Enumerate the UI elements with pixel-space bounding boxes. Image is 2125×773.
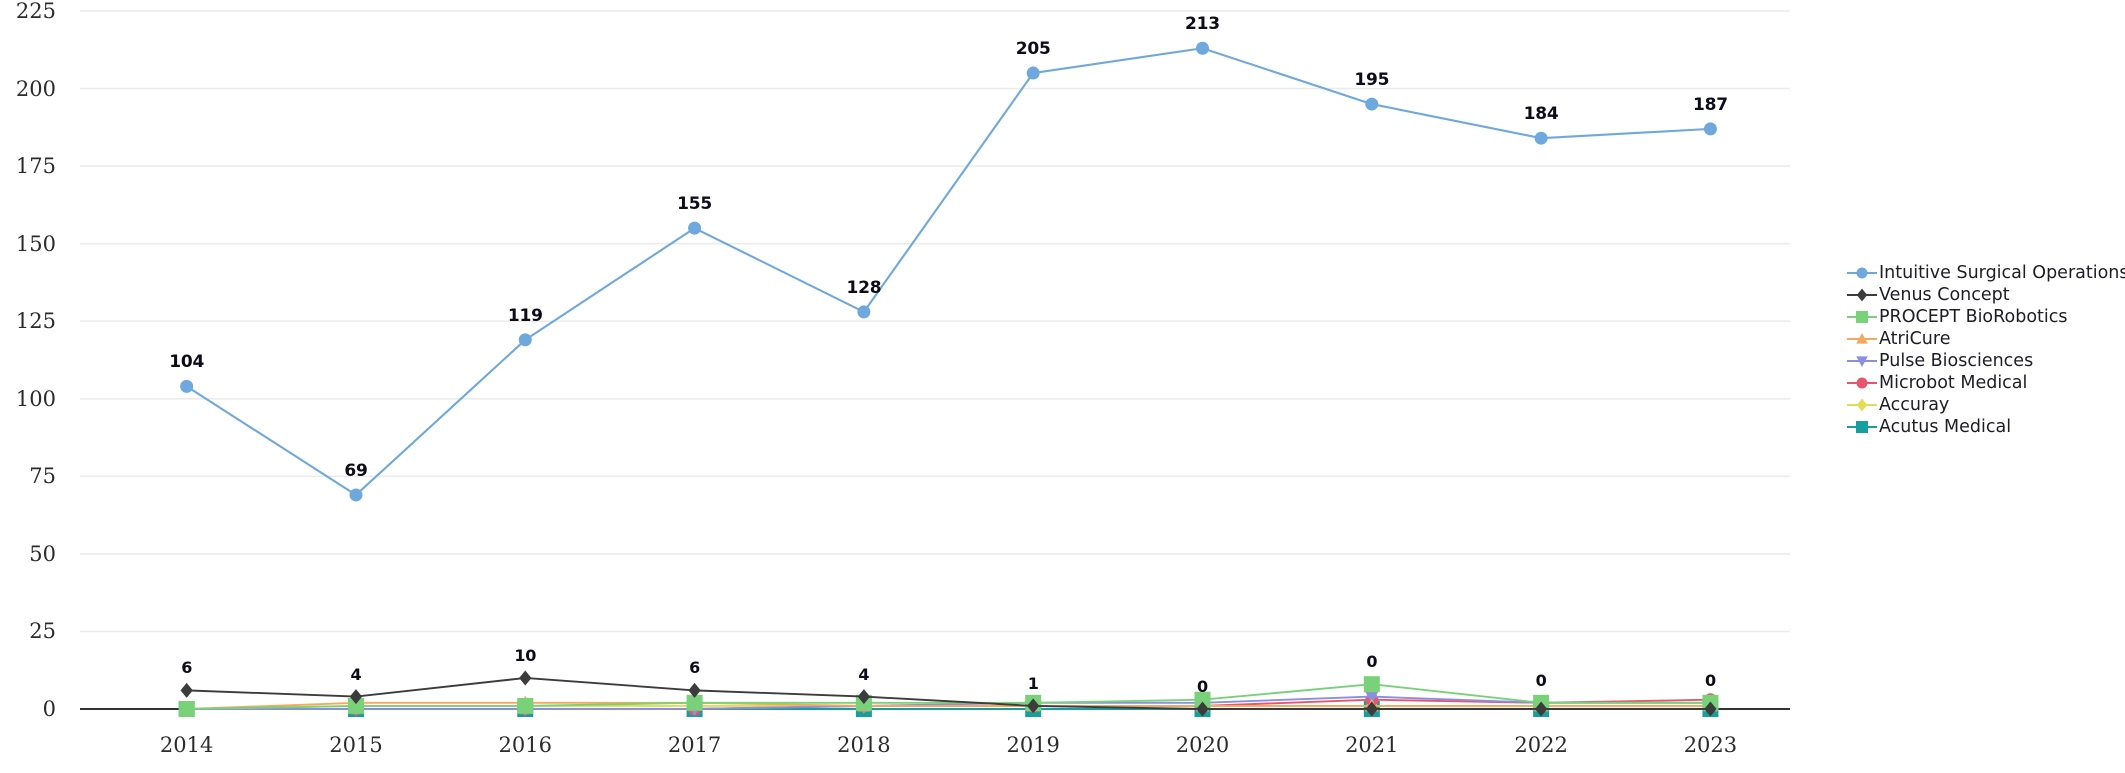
triangle-down-marker-icon [1845, 350, 1879, 372]
legend-item-label: PROCEPT BioRobotics [1879, 307, 2068, 327]
data-point-marker [857, 305, 871, 319]
data-point-label: 6 [689, 658, 701, 678]
y-axis-tick-label: 75 [29, 464, 56, 489]
legend-item-label: AtriCure [1879, 329, 1951, 349]
chart-legend: Intuitive Surgical Operations Venus Conce… [1845, 262, 2125, 438]
data-point-marker [519, 670, 532, 686]
data-point-label: 0 [1704, 670, 1716, 690]
y-axis-tick-label: 125 [15, 309, 56, 334]
plot-area: 225 200 175 150 125 100 75 50 25 0 2014 2015 2016 20… [0, 0, 1800, 773]
data-point-label: 10 [514, 645, 537, 665]
data-point-marker [1534, 131, 1548, 145]
y-axis-tick-label: 225 [15, 0, 56, 23]
data-point-label: 0 [1535, 670, 1547, 690]
data-point-marker [1856, 288, 1868, 302]
data-point-label: 187 [1692, 94, 1728, 115]
square-marker-icon [1845, 306, 1879, 328]
data-point-marker [1856, 267, 1868, 279]
triangle-up-marker-icon [1845, 328, 1879, 350]
legend-item-label: Microbot Medical [1879, 373, 2028, 393]
y-axis-tick-label: 200 [15, 76, 56, 101]
circle-marker-icon [1845, 262, 1879, 284]
data-point-marker [1365, 97, 1379, 111]
diamond-marker-icon [1845, 394, 1879, 416]
x-axis-tick-label: 2019 [1006, 733, 1060, 757]
data-point-marker [1363, 676, 1380, 693]
x-axis-tick-label: 2018 [837, 733, 891, 757]
data-point-label: 155 [677, 194, 713, 215]
data-point-label: 69 [344, 460, 368, 481]
data-point-marker [688, 221, 702, 235]
diamond-marker-icon [1845, 284, 1879, 306]
data-point-label: 213 [1185, 14, 1220, 35]
x-axis-tick-label: 2021 [1345, 733, 1399, 757]
x-axis-tick-label: 2015 [329, 733, 383, 757]
series-procept-biorobotics [178, 676, 1719, 717]
legend-item-label: Venus Concept [1879, 285, 2010, 305]
data-point-label: 0 [1197, 677, 1208, 696]
data-point-marker [1196, 41, 1210, 55]
data-point-label: 4 [350, 664, 362, 684]
legend-item-label: Accuray [1879, 395, 1950, 415]
x-axis-tick-label: 2017 [667, 733, 722, 757]
legend-item-accuray[interactable]: Accuray [1845, 394, 2125, 416]
x-axis-tick-label: 2016 [498, 733, 552, 757]
y-axis-tick-label: 50 [29, 541, 56, 566]
y-axis-tick-label: 25 [29, 619, 56, 644]
data-point-label: 128 [846, 277, 882, 298]
data-point-marker [180, 379, 194, 393]
data-point-marker [1703, 122, 1717, 136]
x-axis-tick-label: 2014 [159, 733, 214, 757]
data-point-label: 4 [858, 664, 870, 684]
data-point-marker [1856, 421, 1868, 433]
x-axis-tick-label: 2022 [1514, 733, 1568, 757]
legend-item-procept-biorobotics[interactable]: PROCEPT BioRobotics [1845, 306, 2125, 328]
data-point-label: 205 [1015, 39, 1051, 60]
legend-item-label: Acutus Medical [1879, 417, 2012, 437]
x-axis-tick-label: 2023 [1683, 733, 1738, 757]
legend-item-pulse-biosciences[interactable]: Pulse Biosciences [1845, 350, 2125, 372]
y-axis-tick-label: 175 [15, 154, 56, 179]
chart-root: 225 200 175 150 125 100 75 50 25 0 2014 2015 2016 20… [0, 0, 2125, 773]
legend-item-atricure[interactable]: AtriCure [1845, 328, 2125, 350]
square-marker-icon [1845, 416, 1879, 438]
data-point-marker [517, 697, 534, 714]
data-point-marker [1856, 398, 1868, 412]
circle-marker-icon [1845, 372, 1879, 394]
data-point-marker [178, 701, 195, 717]
data-point-label: 104 [169, 352, 205, 373]
data-point-label: 6 [181, 658, 193, 678]
data-point-label: 119 [507, 305, 543, 326]
data-point-label: 184 [1523, 104, 1559, 125]
data-point-marker [1026, 66, 1040, 80]
series-line [186, 47, 1711, 496]
legend-item-microbot-medical[interactable]: Microbot Medical [1845, 372, 2125, 394]
y-axis-tick-label: 0 [42, 697, 56, 721]
data-point-label: 195 [1354, 70, 1390, 91]
series-intuitive-surgical-operations [180, 41, 1717, 502]
legend-item-acutus-medical[interactable]: Acutus Medical [1845, 416, 2125, 438]
y-axis-tick-label: 150 [15, 231, 56, 256]
x-axis-tick-label: 2020 [1175, 733, 1230, 757]
data-point-marker [1856, 377, 1868, 389]
data-point-marker [180, 682, 193, 698]
legend-item-label: Intuitive Surgical Operations [1879, 263, 2125, 283]
data-point-label: 1 [1027, 673, 1039, 693]
y-axis-tick-label: 100 [15, 386, 56, 411]
legend-item-intuitive-surgical-operations[interactable]: Intuitive Surgical Operations [1845, 262, 2125, 284]
data-point-label: 0 [1366, 652, 1378, 672]
data-point-marker [1856, 311, 1868, 323]
data-point-marker [518, 333, 532, 347]
data-point-marker [349, 488, 363, 502]
legend-item-label: Pulse Biosciences [1879, 351, 2034, 371]
legend-item-venus-concept[interactable]: Venus Concept [1845, 284, 2125, 306]
